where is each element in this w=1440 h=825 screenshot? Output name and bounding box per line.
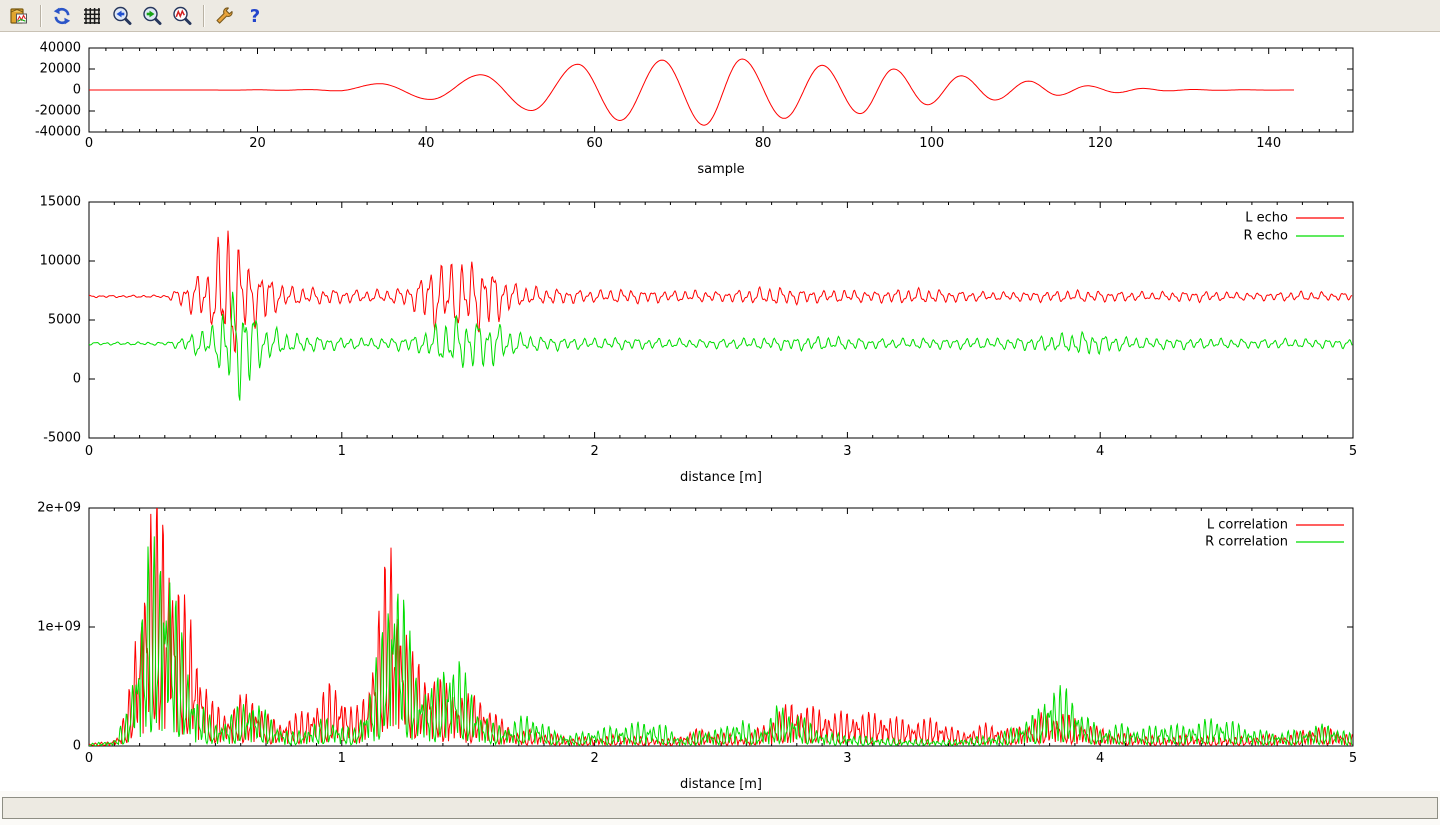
toolbar-separator: [203, 5, 204, 27]
x-tick-label: 4: [1096, 751, 1104, 766]
toolbar-separator: [40, 5, 41, 27]
x-tick-label: 0: [85, 751, 93, 766]
series-r-echo: [89, 292, 1352, 401]
x-tick-label: 20: [249, 136, 266, 151]
x-axis-label-echo: distance [m]: [680, 470, 762, 485]
status-field: [2, 797, 1438, 819]
x-tick-label: 40: [418, 136, 435, 151]
series-pulse: [89, 59, 1294, 125]
x-axis-label-pulse: sample: [697, 162, 744, 177]
x-tick-label: 140: [1256, 136, 1281, 151]
x-tick-label: 60: [586, 136, 603, 151]
replot-button[interactable]: [48, 2, 76, 30]
zoom-next-button[interactable]: [138, 2, 166, 30]
plot-pulse[interactable]: 0 20 40 60 80 100 120 140 -40000 -20000 0 20000 4000…: [35, 41, 1353, 178]
zoom-autoscale-icon: [171, 5, 193, 27]
zoom-autoscale-button[interactable]: [168, 2, 196, 30]
x-tick-label: 100: [919, 136, 944, 151]
legend-correlation: L correlation R correlation: [1205, 518, 1344, 550]
series-l-echo: [89, 231, 1352, 352]
plot-canvas[interactable]: 020406080100120140-40000-200000200004000…: [0, 32, 1440, 791]
x-tick-label: 2: [590, 444, 598, 459]
configure-button[interactable]: [211, 2, 239, 30]
plot-correlation[interactable]: 0 1 2 3 4 5 0 1e+09 2e+09 distance [m] L correlati…: [37, 497, 1357, 792]
status-bar: [0, 791, 1440, 825]
gnuplot-window: ? 020406080100120140-40000-2000002000040…: [0, 0, 1440, 825]
y-tick-label: 2e+09: [37, 501, 81, 516]
help-button[interactable]: ?: [241, 2, 269, 30]
y-tick-label: 0: [73, 83, 81, 98]
x-tick-label: 3: [843, 444, 851, 459]
config-wrench-icon: [214, 5, 236, 27]
legend-echo: L echo R echo: [1243, 211, 1344, 244]
toolbar: ?: [0, 0, 1440, 32]
svg-text:?: ?: [250, 6, 260, 27]
y-tick-label: -40000: [35, 125, 81, 140]
y-tick-label: -20000: [35, 104, 81, 119]
legend-label: L echo: [1245, 211, 1288, 226]
y-tick-label: 40000: [40, 41, 81, 56]
y-tick-label: 0: [73, 372, 81, 387]
help-icon: ?: [244, 5, 266, 27]
plots-svg[interactable]: 020406080100120140-40000-200000200004000…: [0, 32, 1440, 791]
copy-to-clipboard-button[interactable]: [5, 2, 33, 30]
x-tick-label: 80: [755, 136, 772, 151]
x-tick-label: 1: [338, 444, 346, 459]
axes-correlation: [89, 508, 1353, 746]
y-tick-label: 5000: [48, 313, 81, 328]
x-tick-label: 0: [85, 136, 93, 151]
plot-echo[interactable]: 0 1 2 3 4 5 -5000 0 5000 10000 15000 distance [m] L …: [40, 195, 1358, 486]
x-tick-label: 120: [1088, 136, 1113, 151]
zoom-previous-button[interactable]: [108, 2, 136, 30]
legend-label: R echo: [1243, 229, 1288, 244]
axes-echo: [89, 202, 1353, 438]
series-r-correlation: [89, 536, 1352, 745]
refresh-icon: [51, 5, 73, 27]
x-tick-label: 2: [590, 751, 598, 766]
y-tick-label: 1e+09: [37, 620, 81, 635]
legend-label: L correlation: [1207, 518, 1288, 533]
x-tick-label: 5: [1349, 751, 1357, 766]
x-tick-label: 0: [85, 444, 93, 459]
toggle-grid-button[interactable]: [78, 2, 106, 30]
y-tick-label: 15000: [40, 195, 81, 210]
x-tick-label: 5: [1349, 444, 1357, 459]
y-tick-label: 10000: [40, 254, 81, 269]
x-tick-label: 3: [843, 751, 851, 766]
x-axis-label-correlation: distance [m]: [680, 777, 762, 791]
y-tick-label: 0: [73, 739, 81, 754]
x-tick-label: 4: [1096, 444, 1104, 459]
copy-plot-icon: [8, 5, 30, 27]
x-tick-label: 1: [338, 751, 346, 766]
y-tick-label: 20000: [40, 62, 81, 77]
grid-icon: [81, 5, 103, 27]
series-l-correlation: [89, 497, 1352, 746]
legend-label: R correlation: [1205, 535, 1288, 550]
zoom-next-icon: [141, 5, 163, 27]
y-tick-label: -5000: [43, 431, 81, 446]
zoom-previous-icon: [111, 5, 133, 27]
